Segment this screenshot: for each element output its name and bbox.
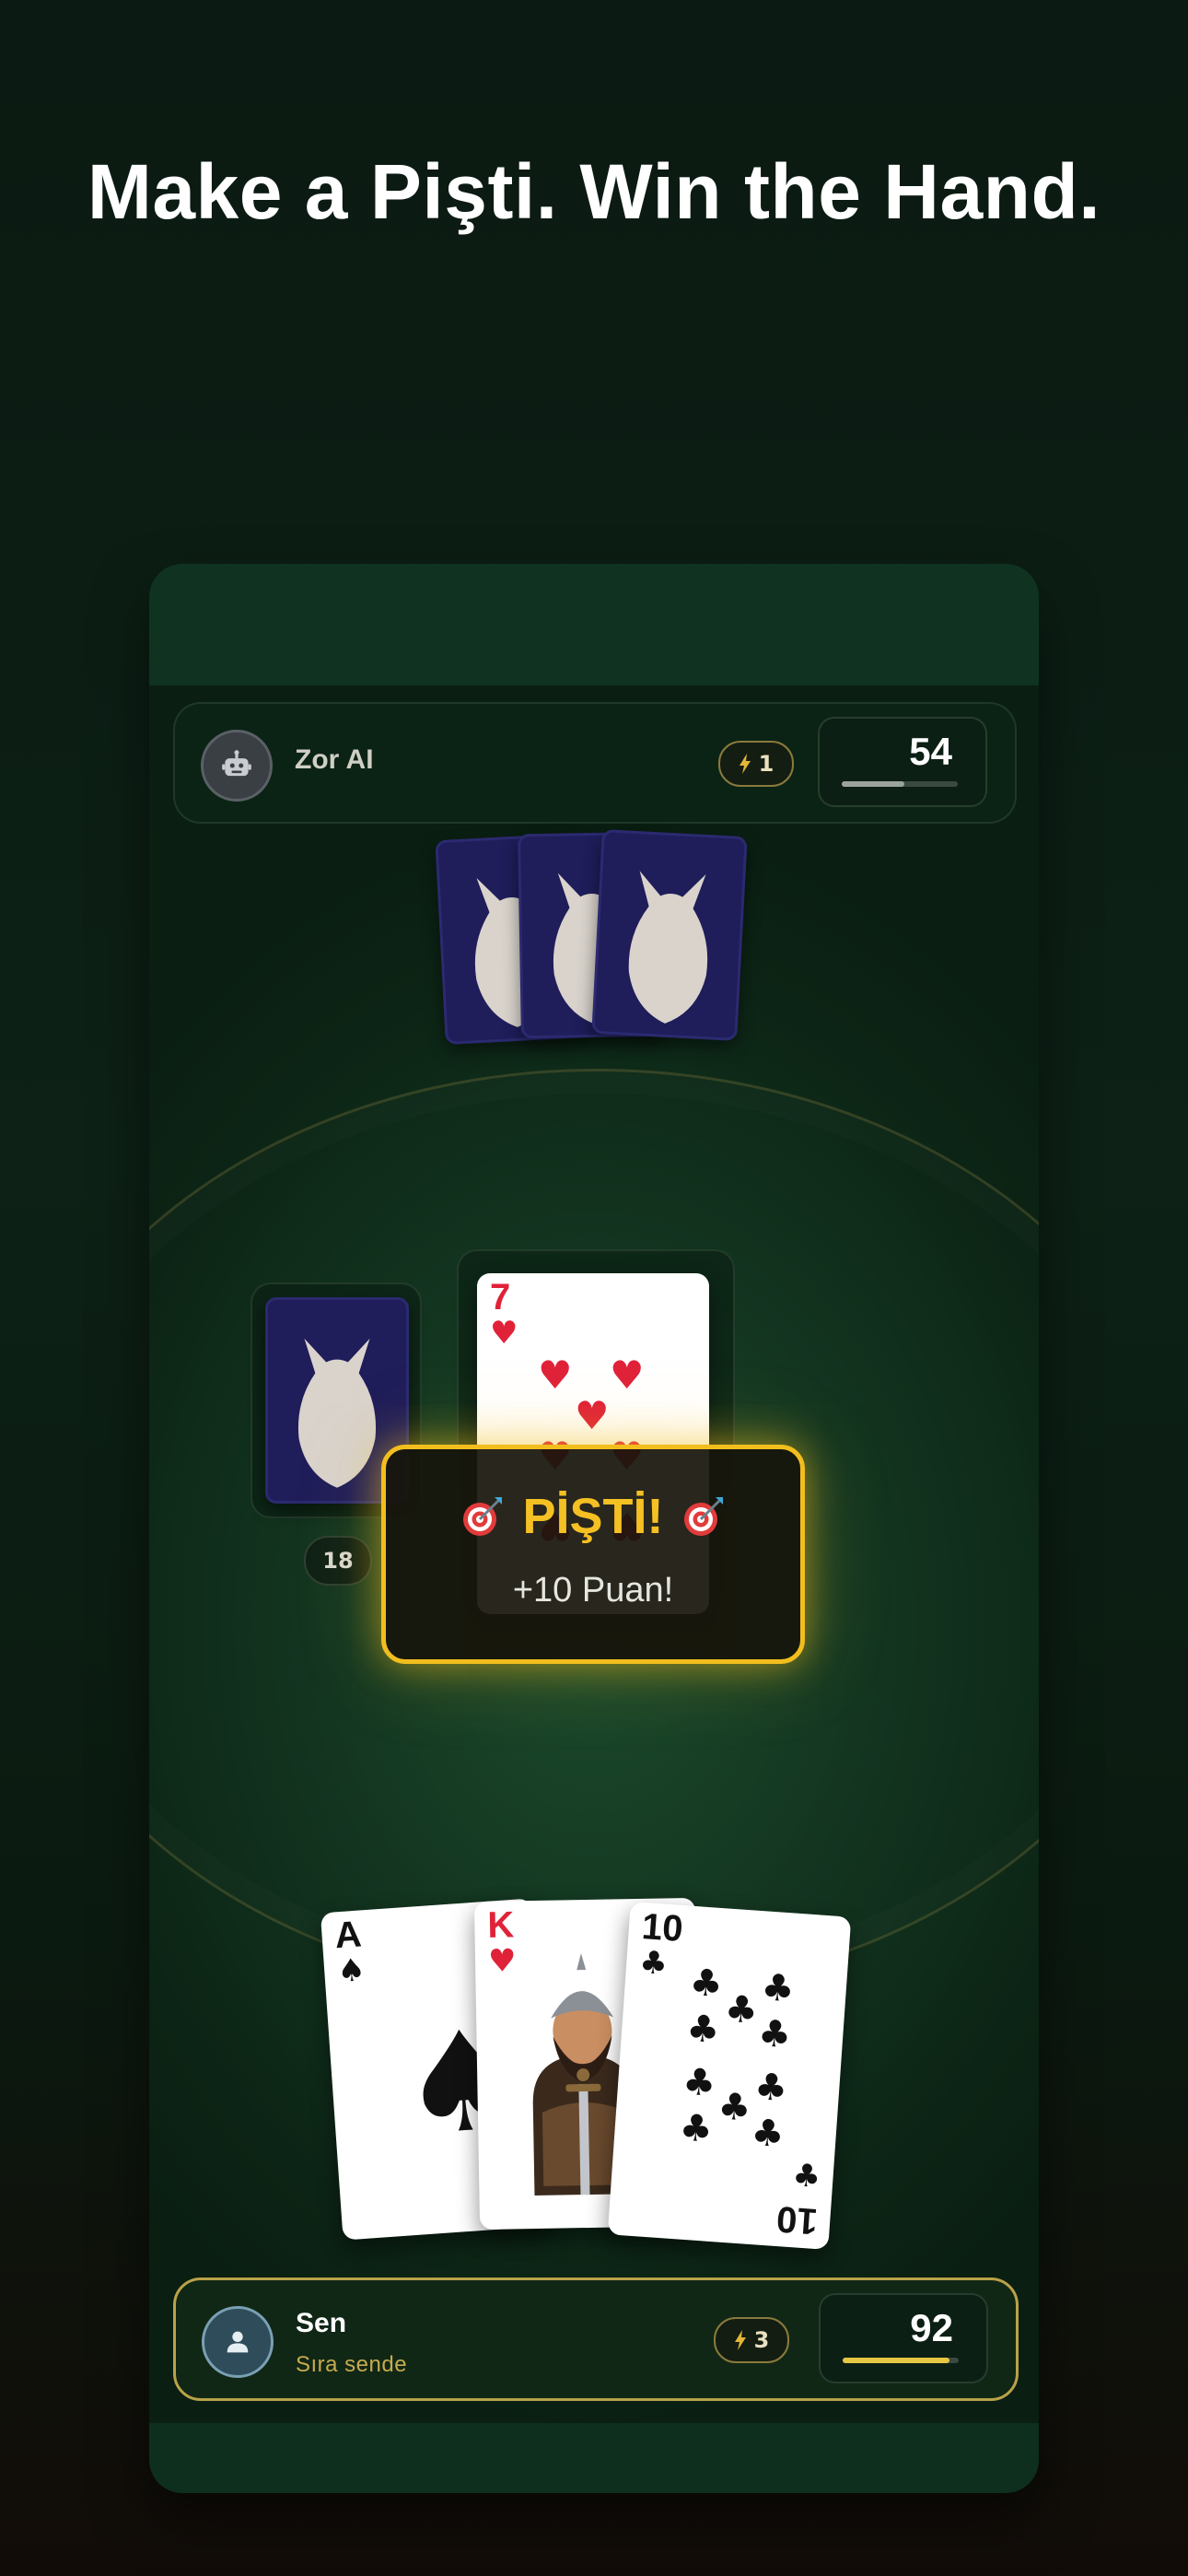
player-bar: Sen Sıra sende 3 92: [173, 2277, 1019, 2401]
player-bolt-badge: 3: [714, 2317, 789, 2363]
target-icon: [463, 1497, 503, 1536]
opponent-score-fill: [842, 781, 905, 787]
opponent-score: 54: [909, 730, 952, 773]
bolt-icon: [734, 2330, 746, 2350]
club-pip: ♣: [716, 2085, 753, 2130]
robot-icon: [222, 750, 251, 777]
player-score-box: 92: [819, 2293, 988, 2383]
club-pip: ♣: [752, 2065, 789, 2111]
heart-pip: ♥: [575, 1393, 610, 1438]
club-pip: ♣: [684, 2007, 721, 2053]
club-pip: ♣: [681, 2060, 717, 2105]
heart-pip: ♥: [610, 1352, 645, 1398]
opponent-card-3: [591, 829, 748, 1041]
club-pip: ♣: [760, 1966, 797, 2011]
player-score-fill: [843, 2358, 949, 2363]
club-pip: ♣: [688, 1961, 725, 2007]
card-rank-bottom: 10: [775, 2197, 819, 2242]
opponent-bolt-badge: 1: [718, 741, 794, 787]
turn-status: Sıra sende: [296, 2352, 408, 2377]
pisti-popup: PİŞTİ! +10 Puan!: [381, 1445, 805, 1664]
card-rank: A: [333, 1914, 363, 1957]
user-icon: [227, 2331, 249, 2353]
heart-pip: ♥: [538, 1352, 573, 1398]
status-bar-area: [149, 564, 1039, 685]
pisti-title-row: PİŞTİ!: [386, 1488, 800, 1545]
player-score-track: [843, 2358, 959, 2363]
heart-icon: ♥: [490, 1315, 518, 1352]
opponent-name: Zor AI: [295, 744, 374, 775]
card-rank: 10: [640, 1906, 684, 1950]
pisti-title: PİŞTİ!: [522, 1489, 664, 1544]
headline: Make a Pişti. Win the Hand.: [87, 148, 1101, 235]
pisti-points: +10 Puan!: [512, 1571, 674, 1610]
game-screen: Zor AI 1 54 18 7 ♥ ♥ ♥ ♥ ♥ ♥ ♥ ♥: [149, 564, 1039, 2493]
club-pip: ♣: [723, 1987, 760, 2032]
hand-card-ten-clubs[interactable]: 10 ♣ ♣ ♣ ♣ ♣ ♣ ♣ ♣ ♣ ♣ ♣ ♣ 10: [607, 1902, 852, 2250]
club-pip: ♣: [791, 2157, 822, 2196]
player-bolt-count: 3: [753, 2327, 770, 2353]
spade-icon: ♠: [335, 1951, 367, 1991]
pile-count-badge: 18: [304, 1536, 372, 1586]
club-pip: ♣: [756, 2012, 793, 2057]
opponent-score-track: [842, 781, 958, 787]
opponent-avatar: [201, 730, 273, 802]
opponent-score-box: 54: [818, 717, 987, 807]
wolf-emblem-icon: [628, 871, 708, 1024]
home-indicator-area: [149, 2423, 1039, 2493]
target-icon: [683, 1497, 723, 1536]
player-name: Sen: [296, 2308, 347, 2338]
player-avatar: [202, 2306, 274, 2378]
opponent-bolt-count: 1: [758, 751, 775, 777]
player-score: 92: [910, 2306, 953, 2349]
opponent-bar: Zor AI 1 54: [173, 702, 1017, 824]
club-pip: ♣: [678, 2106, 715, 2151]
club-pip: ♣: [750, 2111, 786, 2157]
club-icon: ♣: [637, 1943, 670, 1983]
card-rank: K: [486, 1904, 515, 1946]
discard-card-rank: 7: [490, 1277, 511, 1317]
bolt-icon: [739, 754, 751, 774]
